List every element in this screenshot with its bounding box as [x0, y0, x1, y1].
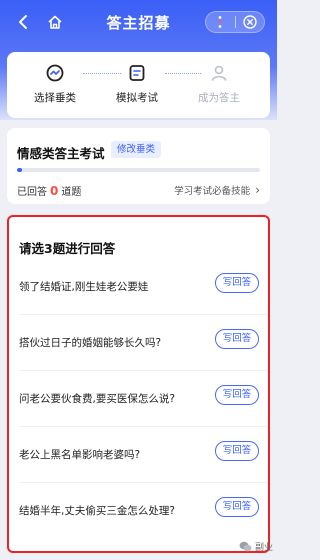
- activity-circle-icon: [44, 62, 66, 84]
- list-item: 问老公要伙食费,要买医保怎么说? 写回答: [9, 371, 268, 427]
- step-label: 成为答主: [198, 92, 240, 104]
- question-list-card: 请选3题进行回答 领了结婚证,刚生娃老公要娃 写回答 搭伙过日子的婚姻能够长久吗…: [7, 215, 270, 553]
- answer-progress-fill: [17, 168, 22, 172]
- more-button[interactable]: [206, 12, 235, 32]
- watermark-text: 副业: [254, 542, 273, 553]
- list-item: 搭伙过日子的婚姻能够长久吗? 写回答: [9, 315, 268, 371]
- write-answer-button[interactable]: 写回答: [215, 497, 259, 517]
- question-text[interactable]: 老公上黑名单影响老婆吗?: [19, 447, 140, 462]
- question-text[interactable]: 搭伙过日子的婚姻能够长久吗?: [19, 335, 161, 350]
- exam-card: 情感类答主考试 修改垂类 已回答 0 道题 学习考试必备技能 ›: [7, 128, 270, 204]
- list-item: 结婚半年,丈夫偷买三金怎么处理? 写回答: [9, 483, 268, 539]
- answered-prefix: 已回答: [17, 187, 47, 198]
- question-text[interactable]: 问老公要伙食费,要买医保怎么说?: [19, 391, 175, 406]
- close-circle-icon: [243, 15, 257, 29]
- user-icon: [208, 62, 230, 84]
- mini-program-capsule: [205, 11, 265, 33]
- exam-tip-text: 学习考试必备技能: [174, 186, 251, 197]
- watermark: 副业: [239, 538, 273, 554]
- question-text[interactable]: 结婚半年,丈夫偷买三金怎么处理?: [19, 503, 175, 518]
- list-item: 领了结婚证,刚生娃老公要娃 写回答: [9, 259, 268, 315]
- list-item: 老公上黑名单影响老婆吗? 写回答: [9, 427, 268, 483]
- step-choose-category: 选择垂类: [15, 62, 95, 105]
- write-answer-button[interactable]: 写回答: [215, 385, 259, 405]
- write-answer-button[interactable]: 写回答: [215, 441, 259, 461]
- step-become-answerer: 成为答主: [179, 62, 259, 105]
- wechat-logo-icon: [239, 541, 252, 551]
- question-text[interactable]: 领了结婚证,刚生娃老公要娃: [19, 279, 148, 294]
- navigation-bar: 答主招募: [0, 8, 277, 36]
- progress-steps-card: 选择垂类 模拟考试 成为答主: [7, 52, 270, 118]
- step-mock-exam: 模拟考试: [97, 62, 177, 105]
- answer-progress-bar: [17, 168, 260, 172]
- change-category-button[interactable]: 修改垂类: [111, 141, 162, 158]
- chevron-right-icon: ›: [255, 183, 260, 197]
- write-answer-button[interactable]: 写回答: [215, 329, 259, 349]
- document-icon: [126, 62, 148, 84]
- answered-count: 已回答 0 道题: [17, 183, 81, 198]
- write-answer-button[interactable]: 写回答: [215, 273, 259, 293]
- answered-number: 0: [50, 184, 59, 198]
- more-icon: [218, 16, 222, 28]
- close-button[interactable]: [236, 12, 265, 32]
- question-list-header: 请选3题进行回答: [19, 241, 116, 256]
- step-label: 选择垂类: [34, 92, 76, 104]
- exam-title: 情感类答主考试: [17, 146, 105, 161]
- step-label: 模拟考试: [116, 92, 158, 104]
- exam-tips-link[interactable]: 学习考试必备技能 ›: [174, 183, 260, 197]
- answered-suffix: 道题: [61, 187, 82, 198]
